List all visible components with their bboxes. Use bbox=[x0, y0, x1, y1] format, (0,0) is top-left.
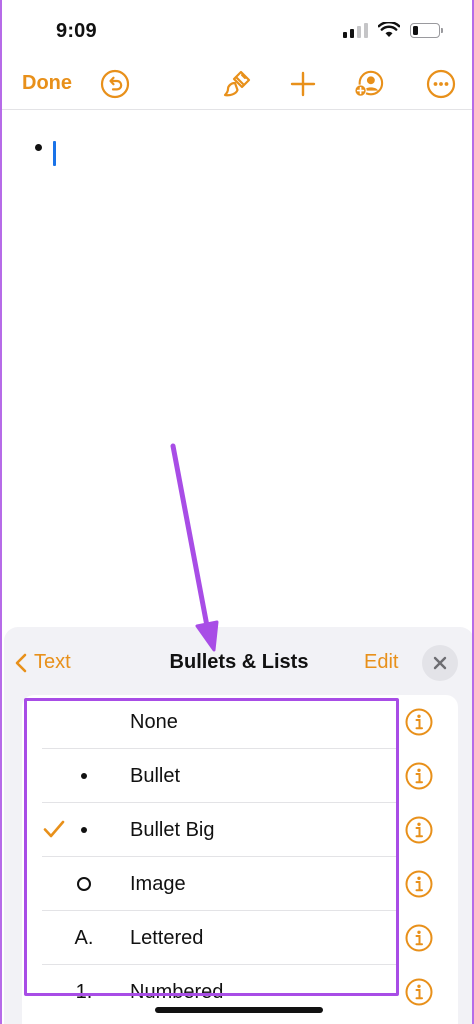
list-style-bullet-big[interactable]: Bullet Big bbox=[22, 803, 458, 857]
status-icons bbox=[343, 22, 443, 38]
info-icon[interactable] bbox=[404, 707, 434, 737]
info-icon[interactable] bbox=[404, 815, 434, 845]
list-style-none[interactable]: None bbox=[22, 695, 458, 749]
close-button[interactable] bbox=[422, 645, 458, 681]
status-time: 9:09 bbox=[56, 20, 97, 42]
plus-icon[interactable] bbox=[288, 69, 318, 99]
row-label: Bullet Big bbox=[130, 819, 215, 841]
edit-button[interactable]: Edit bbox=[364, 651, 398, 674]
document-canvas[interactable] bbox=[2, 111, 472, 627]
done-button[interactable]: Done bbox=[22, 72, 72, 95]
wifi-icon bbox=[378, 22, 400, 37]
bullets-lists-panel: Text Bullets & Lists Edit None Bullet Bu… bbox=[4, 627, 472, 1024]
letter-marker: A. bbox=[74, 926, 94, 949]
text-cursor bbox=[53, 141, 56, 166]
info-icon[interactable] bbox=[404, 869, 434, 899]
ring-marker bbox=[62, 857, 106, 911]
row-label: None bbox=[130, 711, 178, 733]
close-icon bbox=[433, 656, 447, 670]
row-label: Lettered bbox=[130, 927, 204, 949]
list-style-lettered[interactable]: A. Lettered bbox=[22, 911, 458, 965]
info-icon[interactable] bbox=[404, 761, 434, 791]
collaborate-icon[interactable] bbox=[354, 69, 386, 99]
toolbar: Done bbox=[2, 60, 472, 110]
cellular-signal-icon bbox=[343, 22, 368, 38]
row-label: Image bbox=[130, 873, 186, 895]
bullet-marker bbox=[62, 749, 106, 803]
row-marker bbox=[62, 695, 106, 749]
list-style-options: None Bullet Bullet Big Image A. Lettered… bbox=[22, 695, 458, 1024]
row-label: Bullet bbox=[130, 765, 181, 787]
list-style-bullet[interactable]: Bullet bbox=[22, 749, 458, 803]
info-icon[interactable] bbox=[404, 977, 434, 1007]
battery-icon bbox=[410, 22, 443, 38]
bullet-marker bbox=[62, 803, 106, 857]
screen: 9:09 Done Text Bullets & Lists Edit None… bbox=[0, 0, 474, 1024]
list-style-image[interactable]: Image bbox=[22, 857, 458, 911]
document-bullet bbox=[35, 144, 42, 151]
panel-title: Bullets & Lists bbox=[169, 651, 309, 673]
home-indicator bbox=[155, 1007, 323, 1013]
info-icon[interactable] bbox=[404, 923, 434, 953]
brush-icon[interactable] bbox=[222, 69, 252, 99]
undo-icon[interactable] bbox=[100, 69, 130, 99]
number-marker: 1. bbox=[75, 980, 93, 1003]
more-icon[interactable] bbox=[426, 69, 456, 99]
status-bar: 9:09 bbox=[2, 0, 472, 60]
